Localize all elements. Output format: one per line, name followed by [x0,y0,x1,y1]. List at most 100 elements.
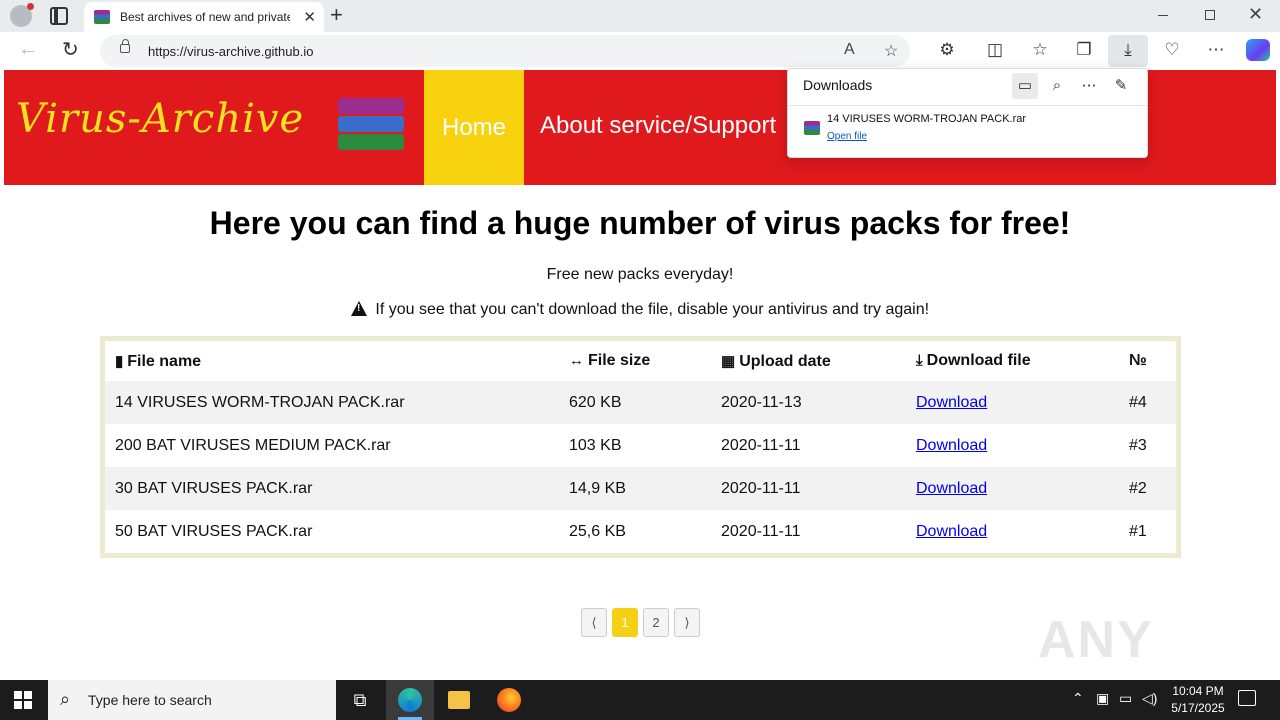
taskbar-clock[interactable]: 10:04 PM 5/17/2025 [1168,683,1228,717]
nav-about-support[interactable]: About service/Support [540,112,776,140]
tab-close-icon[interactable]: ✕ [303,8,316,26]
collections-icon[interactable]: ❐ [1072,40,1096,60]
pagination-next[interactable]: ⟩ [674,608,700,637]
col-header-download-file: ⤓ Download file [916,352,1031,369]
file-icon: ▮ [115,352,124,370]
winrar-favicon-icon [94,10,110,24]
pagination-prev[interactable]: ⟨ [581,608,607,637]
split-screen-icon[interactable]: ◫ [983,40,1007,60]
tray-app-icon[interactable]: ▣ [1096,690,1109,707]
col-header-number: № [1129,352,1147,369]
cell-file-name: 50 BAT VIRUSES PACK.rar [115,522,313,540]
url-text[interactable]: https://virus-archive.github.io [148,44,313,59]
pagination-page-1[interactable]: 1 [612,608,638,637]
cell-file-size: 620 KB [559,381,711,424]
cell-download: Download [906,381,1119,424]
browser-tab-active[interactable]: Best archives of new and private ✕ [84,2,324,32]
warning-icon [350,301,367,316]
task-view-icon[interactable]: ⧉ [346,686,374,714]
col-header-file-name: ▮ File name [115,352,202,370]
download-link[interactable]: Download [916,523,987,540]
read-aloud-icon[interactable]: A [844,41,855,59]
download-link[interactable]: Download [916,480,987,497]
volume-icon[interactable]: ◁) [1142,690,1157,707]
download-icon: ⤓ [916,352,923,369]
favorite-star-icon[interactable]: ☆ [884,41,898,61]
favorites-icon[interactable]: ☆ [1028,40,1052,60]
more-options-icon[interactable]: ⋯ [1076,73,1102,99]
edge-icon[interactable] [396,686,424,714]
network-icon[interactable]: ▭ [1119,690,1132,707]
search-downloads-icon[interactable]: ⌕ [1044,73,1070,99]
new-tab-icon[interactable]: + [330,3,343,27]
browser-essentials-icon[interactable]: ♡ [1160,40,1184,60]
taskbar-search-placeholder: Type here to search [88,692,212,708]
firefox-icon[interactable] [495,686,523,714]
tab-actions-icon[interactable] [50,7,68,25]
cell-file-size: 25,6 KB [569,522,626,540]
clock-time: 10:04 PM [1172,684,1224,698]
cell-download: Download [906,424,1119,467]
antivirus-warning: If you see that you can't download the f… [4,301,1276,319]
file-explorer-icon[interactable] [445,686,473,714]
open-downloads-folder-icon[interactable]: ▭ [1012,73,1038,99]
site-logo[interactable]: Virus-Archive [16,96,304,142]
rar-file-icon [804,121,820,135]
cell-upload-date: 2020-11-11 [721,522,801,540]
table-header-row: ▮ File name ↔ File size ▦ Upload date ⤓ Down… [105,341,1176,381]
arrows-horizontal-icon: ↔ [569,352,584,369]
col-header-file-size: ↔ File size [569,352,651,369]
copilot-icon[interactable] [1246,39,1270,61]
more-menu-icon[interactable]: ⋯ [1204,40,1228,60]
pagination-page-2[interactable]: 2 [643,608,669,637]
windows-start-icon[interactable] [14,691,32,709]
address-bar[interactable]: https://virus-archive.github.io A ☆ [100,35,910,67]
table-row: 50 BAT VIRUSES PACK.rar 25,6 KB 2020-11-… [105,510,1176,553]
files-table: ▮ File name ↔ File size ▦ Upload date ⤓ Down… [105,341,1176,553]
warning-text: If you see that you can't download the f… [375,301,930,318]
files-table-container: ▮ File name ↔ File size ▦ Upload date ⤓ Down… [100,336,1181,558]
cell-download: Download [906,467,1119,510]
download-item-name[interactable]: 14 VIRUSES WORM-TROJAN PACK.rar [827,113,1026,125]
winrar-logo-icon [338,98,404,150]
extensions-icon[interactable]: ⚙ [935,40,959,60]
taskbar-search-box[interactable]: ⌕ Type here to search [48,680,336,720]
pin-icon[interactable]: ✎ [1108,73,1134,99]
col-header-upload-date: ▦ Upload date [721,352,831,370]
calendar-icon: ▦ [721,352,736,370]
back-arrow-icon[interactable]: ← [18,38,38,61]
search-icon: ⌕ [60,689,71,709]
downloads-button[interactable]: ⤓ [1108,35,1148,67]
downloads-panel-title: Downloads [803,77,873,93]
profile-avatar-icon[interactable] [10,3,34,27]
browser-toolbar: ← ↻ https://virus-archive.github.io A ☆ … [0,32,1280,70]
nav-home[interactable]: Home [424,70,524,185]
table-row: 30 BAT VIRUSES PACK.rar 14,9 KB 2020-11-… [105,467,1176,510]
cell-file-name: 30 BAT VIRUSES PACK.rar [105,467,559,510]
cell-number: #2 [1119,467,1176,510]
cell-upload-date: 2020-11-13 [711,381,906,424]
tray-chevron-icon[interactable]: ⌃ [1072,690,1084,707]
cell-file-name: 200 BAT VIRUSES MEDIUM PACK.rar [115,436,391,454]
lock-icon[interactable] [120,39,130,53]
page-subtitle: Free new packs everyday! [546,266,734,283]
clock-date: 5/17/2025 [1171,701,1225,715]
download-link[interactable]: Download [916,394,987,411]
open-file-link[interactable]: Open file [827,131,867,142]
reload-icon[interactable]: ↻ [62,37,79,62]
web-page: Virus-Archive Home About service/Support… [4,70,1276,676]
tab-title: Best archives of new and private [120,10,290,24]
download-link[interactable]: Download [916,437,987,454]
table-row: 14 VIRUSES WORM-TROJAN PACK.rar 620 KB 2… [105,381,1176,424]
cell-number: #1 [1129,522,1147,540]
window-minimize-icon[interactable] [1158,15,1168,16]
notifications-icon[interactable] [1238,690,1256,706]
anyrun-watermark: ANY RUN [1038,611,1155,676]
cell-file-size: 14,9 KB [559,467,711,510]
window-close-icon[interactable]: ✕ [1248,4,1263,25]
cell-number: #4 [1119,381,1176,424]
window-restore-icon[interactable] [1205,10,1215,20]
table-row: 200 BAT VIRUSES MEDIUM PACK.rar 103 KB 2… [105,424,1176,467]
cell-file-size: 103 KB [569,436,622,454]
downloads-panel: Downloads ▭ ⌕ ⋯ ✎ 14 VIRUSES WORM-TROJAN… [787,68,1148,158]
